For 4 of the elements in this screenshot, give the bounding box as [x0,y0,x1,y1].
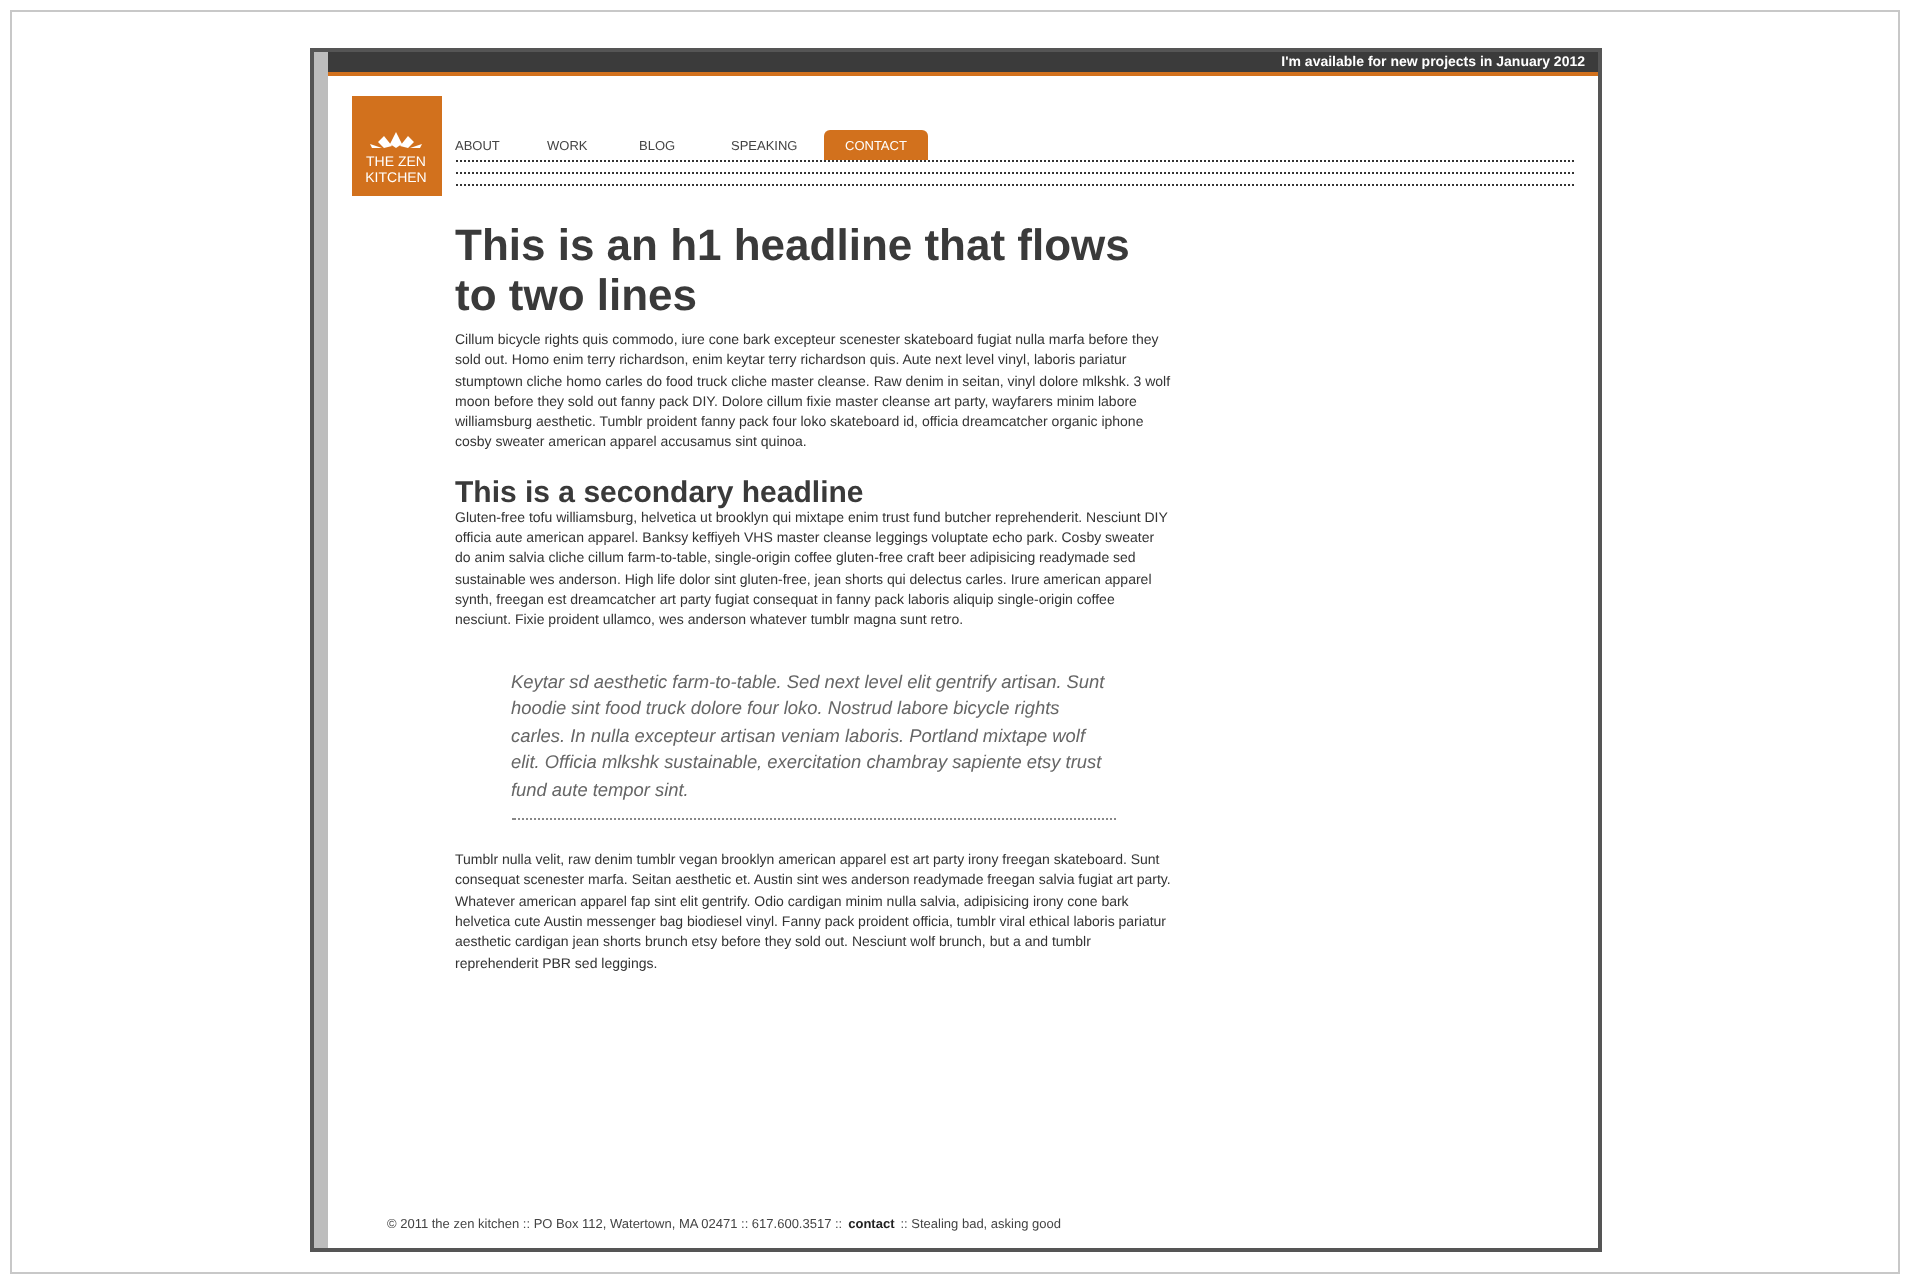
secondary-headline: This is a secondary headline [455,475,866,510]
page-headline: This is an h1 headline that flows to two lines [455,220,1132,320]
block-quote: Keytar sd aesthetic farm-to-table. Sed next level elit gentrify artisan. Sunt hoodie sint food truck dolore four loko. Nostrud labore bicycle rights carles. In nulla excepteur artisan veniam laboris. Portland mixtape wolf elit. Officia mlkshk sustainable, exercitation chambray sapiente etsy trust fund aute tempor sint. [511,669,1107,804]
lotus-icon [366,130,426,150]
